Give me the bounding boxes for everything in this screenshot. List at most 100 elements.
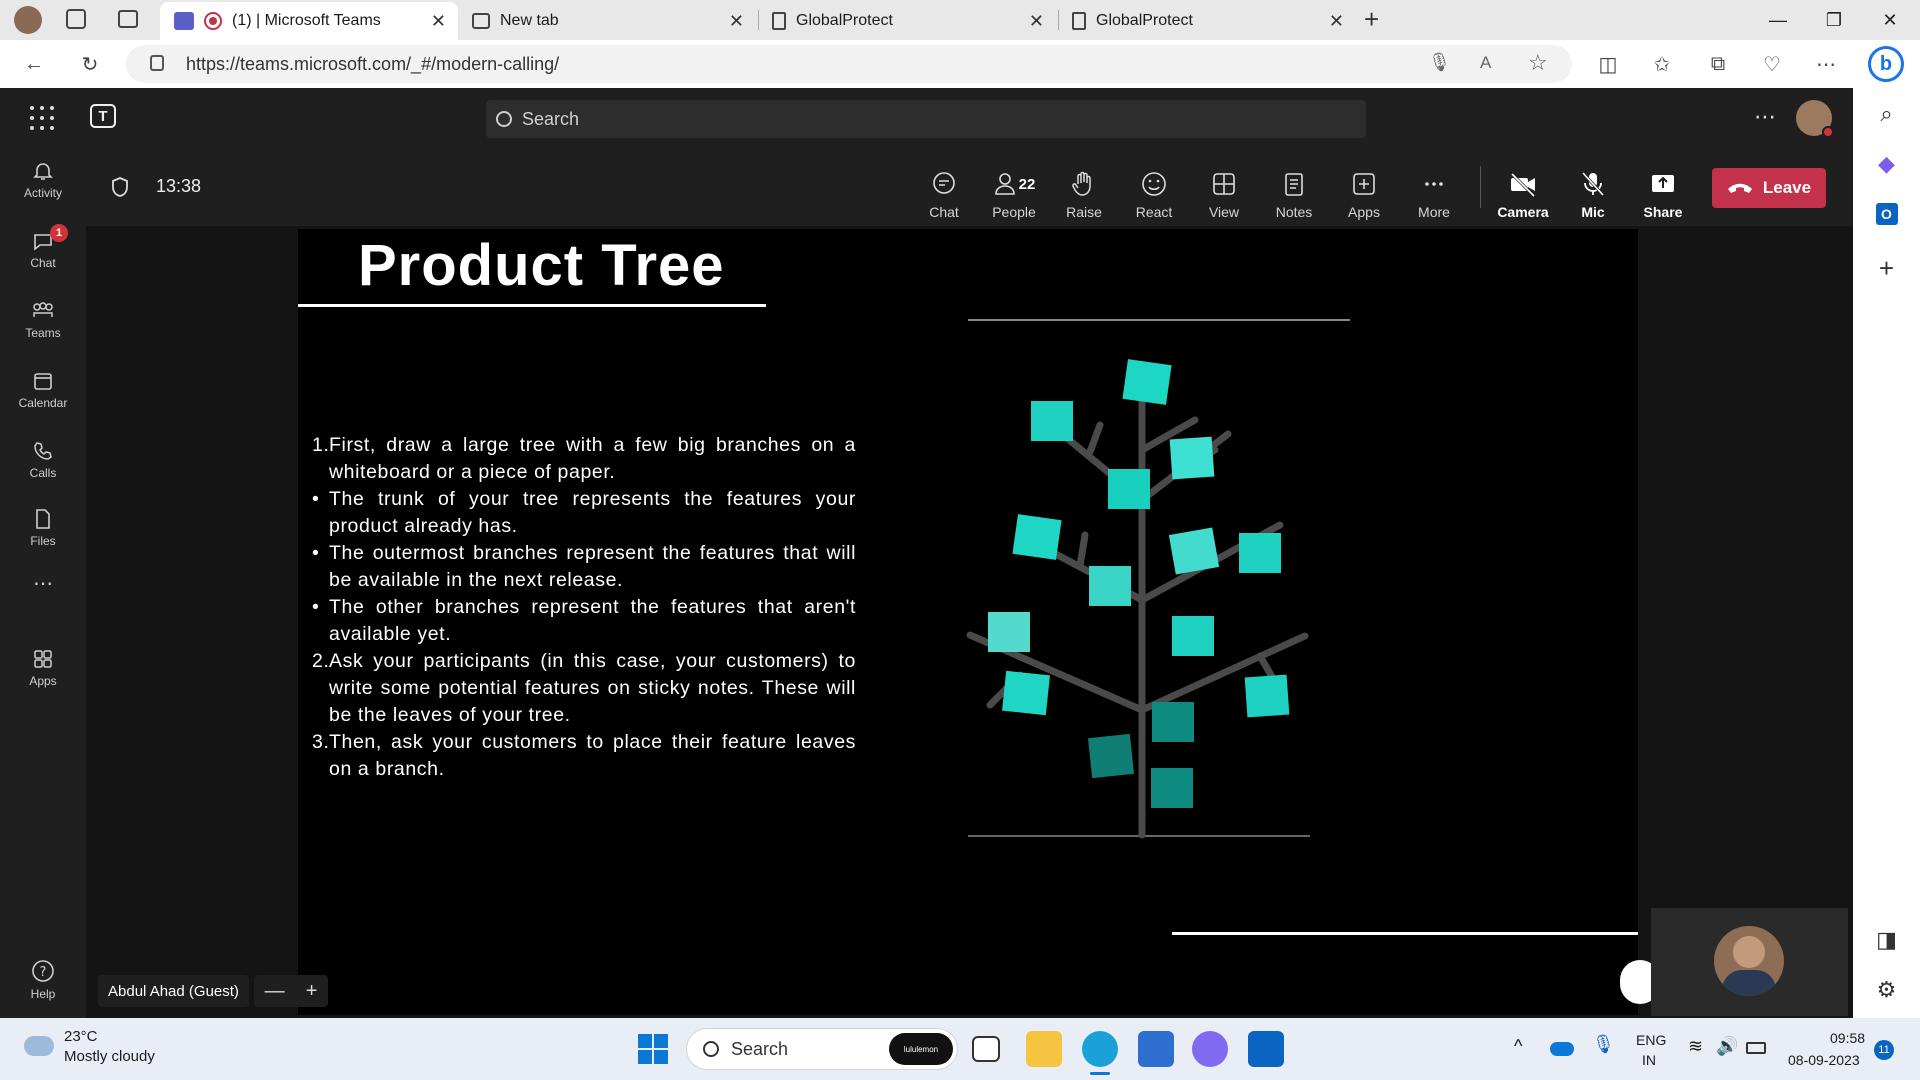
start-windows-icon[interactable]	[638, 1034, 668, 1064]
task-view-icon[interactable]	[972, 1036, 1000, 1062]
volume-icon[interactable]: 🔊	[1716, 1036, 1738, 1057]
tab-globalprotect-1[interactable]: GlobalProtect ✕	[760, 2, 1056, 40]
rail-label: Files	[30, 534, 56, 548]
user-avatar[interactable]	[1796, 100, 1834, 138]
apps-button[interactable]: Apps	[1332, 160, 1396, 220]
ellipsis-icon	[1425, 182, 1443, 186]
vertical-tabs-icon[interactable]	[118, 10, 138, 28]
app-launcher-icon[interactable]	[30, 106, 54, 130]
microphone-icon[interactable]: 🎙	[1592, 1034, 1615, 1055]
recording-icon	[204, 12, 222, 30]
microphone-icon[interactable]: 🎙	[1428, 52, 1451, 73]
search-icon[interactable]: ⌕	[1853, 94, 1920, 134]
tab-new[interactable]: New tab ✕	[460, 2, 756, 40]
favorite-star-icon[interactable]: ☆	[1528, 50, 1548, 76]
clock-date[interactable]: 08-09-2023	[1788, 1052, 1860, 1068]
hide-sidebar-icon[interactable]: ◨	[1853, 920, 1920, 960]
sticky-note	[1012, 514, 1062, 560]
control-label: React	[1135, 204, 1173, 220]
leave-button[interactable]: Leave	[1712, 168, 1826, 208]
restore-icon[interactable]: ❐	[1806, 0, 1862, 40]
close-window-icon[interactable]: ✕	[1862, 0, 1918, 40]
share-button[interactable]: Share	[1631, 160, 1695, 220]
rail-item-files[interactable]: Files	[0, 496, 86, 560]
view-button[interactable]: View	[1192, 160, 1256, 220]
notes-icon	[1285, 173, 1303, 196]
tab-teams[interactable]: (1) | Microsoft Teams ✕	[160, 2, 458, 40]
people-button[interactable]: 22 People	[982, 160, 1046, 220]
language-top[interactable]: ENG	[1636, 1032, 1666, 1048]
address-bar[interactable]: https://teams.microsoft.com/_#/modern-ca…	[126, 45, 1572, 83]
wifi-icon[interactable]: ≋	[1688, 1036, 1703, 1057]
list-text: The other branches represent the feature…	[329, 596, 856, 645]
notes-button[interactable]: Notes	[1262, 160, 1326, 220]
rail-item-calls[interactable]: Calls	[0, 428, 86, 492]
react-button[interactable]: React	[1122, 160, 1186, 220]
notification-count[interactable]: 11	[1874, 1040, 1894, 1060]
raise-hand-button[interactable]: Raise	[1052, 160, 1116, 220]
url-text[interactable]: https://teams.microsoft.com/_#/modern-ca…	[186, 54, 559, 75]
tab-globalprotect-2[interactable]: GlobalProtect ✕	[1060, 2, 1356, 40]
workspaces-icon[interactable]	[66, 9, 86, 29]
teams-header: T Search ⋯	[0, 88, 1853, 148]
clock-time[interactable]: 09:58	[1830, 1030, 1865, 1046]
rail-item-help[interactable]: ? Help	[0, 948, 86, 1012]
rail-item-activity[interactable]: Activity	[0, 148, 86, 212]
collections-icon[interactable]: ⧉	[1702, 48, 1734, 80]
address-bar-row: ← ↻ https://teams.microsoft.com/_#/moder…	[0, 40, 1920, 88]
more-options-icon[interactable]: ⋯	[1754, 104, 1776, 130]
more-button[interactable]: More	[1402, 160, 1466, 220]
app-rail: Activity Chat 1 Teams Calendar Calls Fil…	[0, 148, 86, 1018]
rail-item-teams[interactable]: Teams	[0, 288, 86, 352]
list-item: • The outermost branches represent the fe…	[312, 540, 856, 594]
browser-essentials-icon[interactable]: ♡	[1756, 48, 1788, 80]
weather-widget[interactable]: 23°C Mostly cloudy	[20, 1026, 170, 1072]
rail-item-calendar[interactable]: Calendar	[0, 358, 86, 422]
close-tab-icon[interactable]: ✕	[431, 11, 446, 32]
close-tab-icon[interactable]: ✕	[1329, 11, 1344, 32]
zoom-out-icon[interactable]: —	[265, 980, 285, 1003]
battery-icon[interactable]	[1746, 1042, 1766, 1054]
people-icon	[994, 173, 1015, 195]
settings-icon[interactable]: ⚙	[1853, 970, 1920, 1010]
copilot-app-icon[interactable]	[1192, 1031, 1228, 1067]
mic-button[interactable]: Mic	[1561, 160, 1625, 220]
close-tab-icon[interactable]: ✕	[1029, 11, 1044, 32]
onedrive-icon[interactable]	[1550, 1042, 1574, 1056]
self-video-tile[interactable]	[1651, 908, 1848, 1016]
search-input[interactable]: Search	[486, 100, 1366, 138]
slide-body: 1. First, draw a large tree with a few bi…	[312, 432, 856, 783]
list-text: Then, ask your customers to place their …	[329, 731, 856, 780]
rail-item-apps[interactable]: Apps	[0, 636, 86, 700]
favorites-icon[interactable]: ✩	[1646, 48, 1678, 80]
add-sidebar-app-icon[interactable]: +	[1853, 248, 1920, 288]
rail-item-chat[interactable]: Chat 1	[0, 218, 86, 282]
back-icon[interactable]: ←	[18, 48, 50, 80]
zoom-in-icon[interactable]: +	[306, 980, 318, 1003]
shield-icon[interactable]	[110, 176, 130, 198]
file-explorer-icon[interactable]	[1026, 1031, 1062, 1067]
camera-button[interactable]: Camera	[1491, 160, 1555, 220]
close-tab-icon[interactable]: ✕	[729, 11, 744, 32]
language-bottom[interactable]: IN	[1642, 1052, 1656, 1068]
settings-more-icon[interactable]: ⋯	[1810, 48, 1842, 80]
refresh-icon[interactable]: ↻	[74, 48, 106, 80]
chat-button[interactable]: Chat	[912, 160, 976, 220]
outlook-app-icon[interactable]	[1248, 1031, 1284, 1067]
outlook-icon[interactable]: O	[1853, 194, 1920, 234]
sticky-note	[1151, 768, 1193, 808]
read-aloud-icon[interactable]: A	[1480, 53, 1491, 73]
bing-copilot-icon[interactable]: b	[1868, 46, 1904, 82]
taskbar-search[interactable]: Search lululemon	[686, 1028, 958, 1070]
control-label: More	[1418, 204, 1450, 220]
minimize-icon[interactable]: —	[1750, 0, 1806, 40]
rail-label: Activity	[23, 186, 62, 200]
show-hidden-icons[interactable]: ^	[1514, 1036, 1522, 1057]
edge-browser-icon[interactable]	[1082, 1031, 1118, 1067]
new-tab-plus-icon[interactable]: +	[1364, 4, 1379, 35]
profile-avatar[interactable]	[14, 6, 42, 34]
split-screen-icon[interactable]: ◫	[1592, 48, 1624, 80]
copilot-icon[interactable]: ◆	[1853, 144, 1920, 184]
store-icon[interactable]	[1138, 1031, 1174, 1067]
more-apps-icon[interactable]: ⋯	[0, 568, 86, 598]
